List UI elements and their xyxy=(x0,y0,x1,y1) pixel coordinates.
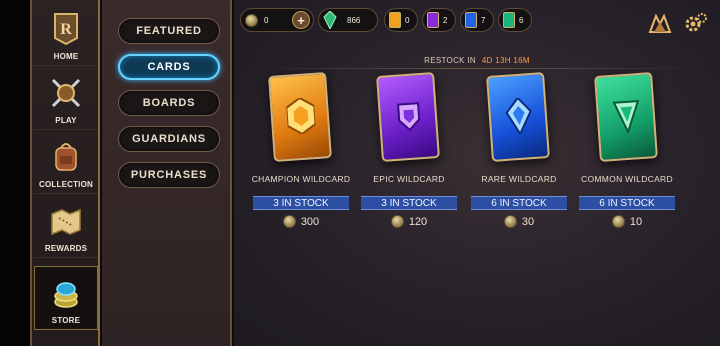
card-backs-icon[interactable] xyxy=(648,12,672,34)
common-wildcard-card xyxy=(594,72,658,162)
nav-store[interactable]: STORE xyxy=(34,266,98,330)
champion-wildcard-price[interactable]: 300 xyxy=(246,215,356,228)
coins-value: 0 xyxy=(264,15,269,25)
category-boards-button[interactable]: BOARDS xyxy=(118,90,220,116)
price-value: 120 xyxy=(408,215,428,228)
common-wildcard-offer[interactable]: COMMON WILDCARD 6 IN STOCK 10 xyxy=(572,72,682,234)
champion-wildcard-card xyxy=(268,72,332,162)
nav-rewards-label: REWARDS xyxy=(44,244,88,253)
rare-wildcard-stock: 6 IN STOCK xyxy=(471,196,567,210)
category-featured-button[interactable]: FEATURED xyxy=(118,18,220,44)
backpack-icon xyxy=(49,140,83,174)
coins-counter: 0 + xyxy=(240,8,314,32)
category-purchases-button[interactable]: PURCHASES xyxy=(118,162,220,188)
common-gem-icon xyxy=(612,100,640,135)
nav-play-label: PLAY xyxy=(55,116,77,125)
screen-edge xyxy=(0,0,30,346)
category-cards-button[interactable]: CARDS xyxy=(118,54,220,80)
champion-wildcard-name: CHAMPION WILDCARD xyxy=(251,174,351,184)
rare-wildcard-counter: 7 xyxy=(460,8,494,32)
epic-wildcard-name: EPIC WILDCARD xyxy=(373,174,445,184)
common-wildcard-icon xyxy=(503,12,515,28)
epic-wildcard-stock: 3 IN STOCK xyxy=(361,196,457,210)
rare-wildcard-icon xyxy=(465,12,477,28)
store-main: 0 + 866 0 2 7 6 RESTOCK IN 4D 13H 16M CH… xyxy=(234,0,720,346)
epic-wildcard-count: 2 xyxy=(443,15,448,25)
champion-wildcard-icon xyxy=(389,12,401,28)
coin-icon xyxy=(611,215,625,228)
price-value: 30 xyxy=(521,215,535,228)
common-wildcard-stock: 6 IN STOCK xyxy=(579,196,675,210)
nav-collection-label: COLLECTION xyxy=(39,180,93,189)
treasure-map-icon xyxy=(49,204,83,238)
price-value: 10 xyxy=(629,215,643,228)
champion-wildcard-counter: 0 xyxy=(384,8,418,32)
svg-text:R: R xyxy=(60,21,72,38)
coin-stack-icon xyxy=(49,276,83,310)
coin-icon xyxy=(503,215,517,228)
shard-icon xyxy=(323,11,337,29)
coin-icon xyxy=(390,215,404,228)
rare-wildcard-name: RARE WILDCARD xyxy=(481,174,557,184)
restock-time: 4D 13H 16M xyxy=(481,56,530,65)
common-wildcard-price[interactable]: 10 xyxy=(572,215,682,228)
home-logo-icon: R xyxy=(49,12,83,46)
restock-timer: RESTOCK IN 4D 13H 16M xyxy=(234,56,720,65)
category-guardians-button[interactable]: GUARDIANS xyxy=(118,126,220,152)
common-wildcard-count: 6 xyxy=(519,15,524,25)
add-coins-button[interactable]: + xyxy=(292,11,310,29)
nav-home[interactable]: R HOME xyxy=(34,4,98,66)
epic-wildcard-offer[interactable]: EPIC WILDCARD 3 IN STOCK 120 xyxy=(354,72,464,234)
restock-label: RESTOCK IN xyxy=(424,56,476,65)
common-wildcard-name: COMMON WILDCARD xyxy=(581,174,673,184)
settings-gear-icon[interactable] xyxy=(684,12,708,34)
champion-wildcard-count: 0 xyxy=(405,15,410,25)
nav-store-label: STORE xyxy=(51,316,81,325)
rare-wildcard-card xyxy=(486,72,550,162)
coin-icon xyxy=(245,13,258,27)
rare-wildcard-count: 7 xyxy=(481,15,486,25)
epic-wildcard-icon xyxy=(427,12,439,28)
nav-collection[interactable]: COLLECTION xyxy=(34,132,98,194)
nav-home-label: HOME xyxy=(53,52,79,61)
rare-wildcard-price[interactable]: 30 xyxy=(464,215,574,228)
main-nav: R HOME PLAY COLLECTION REWARDS STORE xyxy=(30,0,100,346)
shards-value: 866 xyxy=(347,15,361,25)
store-category-panel: FEATURED CARDS BOARDS GUARDIANS PURCHASE… xyxy=(102,0,232,346)
champion-gem-icon xyxy=(285,96,317,135)
divider xyxy=(254,68,700,69)
epic-wildcard-price[interactable]: 120 xyxy=(354,215,464,228)
rare-wildcard-offer[interactable]: RARE WILDCARD 6 IN STOCK 30 xyxy=(464,72,574,234)
champion-wildcard-stock: 3 IN STOCK xyxy=(253,196,349,210)
shards-counter: 866 xyxy=(318,8,378,32)
champion-wildcard-offer[interactable]: CHAMPION WILDCARD 3 IN STOCK 300 xyxy=(246,72,356,234)
nav-play[interactable]: PLAY xyxy=(34,68,98,130)
rare-gem-icon xyxy=(505,96,532,135)
common-wildcard-counter: 6 xyxy=(498,8,532,32)
nav-rewards[interactable]: REWARDS xyxy=(34,196,98,258)
coin-icon xyxy=(282,215,296,228)
epic-wildcard-card xyxy=(376,72,440,162)
epic-gem-icon xyxy=(397,102,421,132)
epic-wildcard-counter: 2 xyxy=(422,8,456,32)
crossed-swords-shield-icon xyxy=(49,76,83,110)
price-value: 300 xyxy=(300,215,320,228)
